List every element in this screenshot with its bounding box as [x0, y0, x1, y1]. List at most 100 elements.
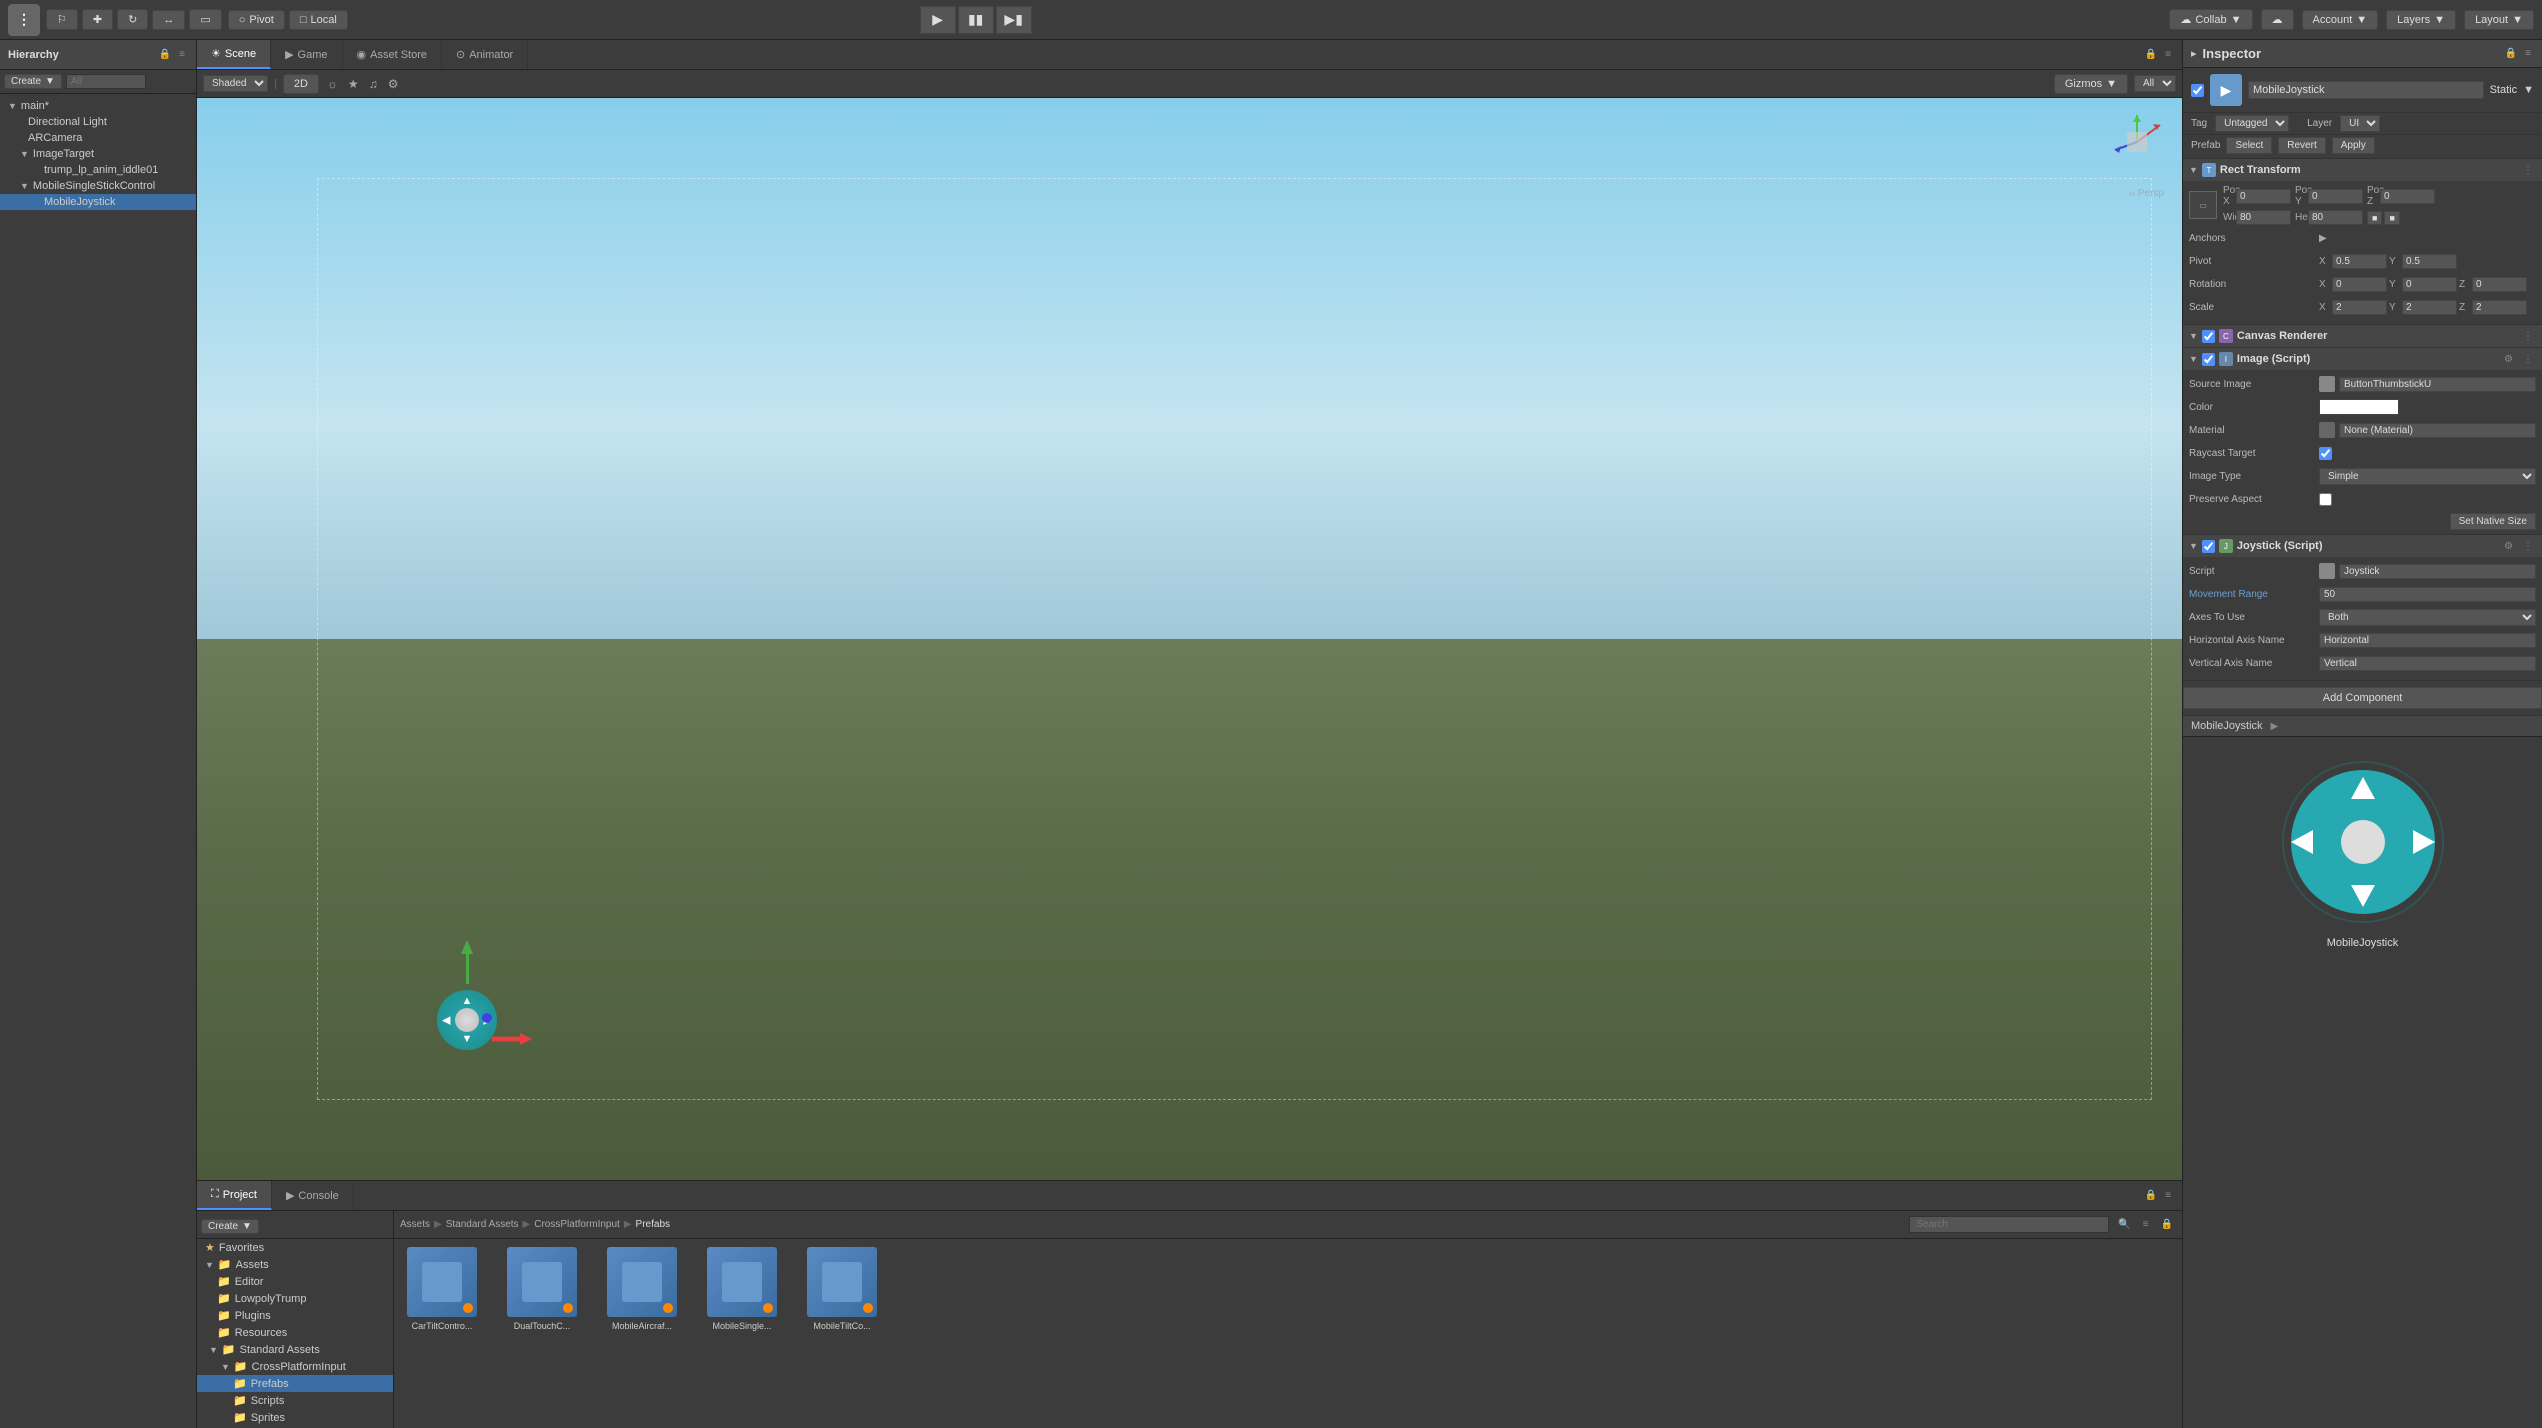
hierarchy-item-main[interactable]: ▼ main*	[0, 98, 196, 114]
pivotx-input[interactable]	[2332, 254, 2387, 269]
tag-select[interactable]: Untagged	[2215, 115, 2289, 132]
asset-options-icon[interactable]: ≡	[2140, 1218, 2152, 1231]
canvas-renderer-header[interactable]: ▼ C Canvas Renderer ⋮	[2183, 325, 2542, 347]
account-button[interactable]: Account ▼	[2302, 10, 2379, 30]
breadcrumb-assets[interactable]: Assets	[400, 1219, 430, 1230]
layers-button[interactable]: Layers ▼	[2386, 10, 2456, 30]
tree-item-assets[interactable]: ▼ 📁 Assets	[197, 1256, 393, 1273]
material-input[interactable]	[2339, 423, 2536, 438]
hierarchy-item-trump[interactable]: trump_lp_anim_iddle01	[0, 162, 196, 178]
tree-item-resources[interactable]: 📁 Resources	[197, 1324, 393, 1341]
align-btn1[interactable]: ■	[2367, 211, 2382, 225]
tree-item-scripts[interactable]: 📁 Scripts	[197, 1392, 393, 1409]
axes-to-use-select[interactable]: Both	[2319, 609, 2536, 626]
scalex-input[interactable]	[2332, 300, 2387, 315]
component-settings-icon[interactable]: ⚙	[2501, 540, 2516, 553]
rotx-input[interactable]	[2332, 277, 2387, 292]
tree-item-editor[interactable]: 📁 Editor	[197, 1273, 393, 1290]
horizontal-axis-input[interactable]	[2319, 633, 2536, 648]
hierarchy-item-directional-light[interactable]: Directional Light	[0, 114, 196, 130]
local-button[interactable]: □ Local	[289, 10, 348, 30]
height-input[interactable]	[2308, 210, 2363, 225]
joystick-script-checkbox[interactable]	[2202, 540, 2215, 553]
tree-item-crossplatform[interactable]: ▼ 📁 CrossPlatformInput	[197, 1358, 393, 1375]
bottom-menu-icon[interactable]: ≡	[2162, 1189, 2174, 1202]
component-menu-icon[interactable]: ⋮	[2520, 164, 2536, 177]
tab-asset-store[interactable]: ◉ Asset Store	[343, 40, 442, 69]
image-script-header[interactable]: ▼ I Image (Script) ⚙ ⋮	[2183, 348, 2542, 370]
anchors-expand[interactable]: ▶	[2319, 233, 2327, 244]
tab-project[interactable]: ⛶ Project	[197, 1181, 272, 1210]
fx-icon[interactable]: ★	[346, 75, 361, 93]
step-button[interactable]: ▶▮	[996, 6, 1032, 34]
breadcrumb-cross[interactable]: CrossPlatformInput	[534, 1219, 620, 1230]
scene-menu-icon[interactable]: ≡	[2162, 48, 2174, 61]
asset-mobilesingle[interactable]: MobileSingle...	[702, 1247, 782, 1331]
scale-tool[interactable]: ↔	[152, 10, 185, 30]
scene-lock-icon[interactable]: 🔒	[2142, 48, 2160, 61]
preview-expand[interactable]: ▶	[2271, 721, 2279, 732]
preserve-aspect-checkbox[interactable]	[2319, 493, 2332, 506]
all-select[interactable]: All	[2134, 75, 2176, 92]
inspector-menu-icon[interactable]: ≡	[2522, 47, 2534, 60]
rect-transform-header[interactable]: ▼ T Rect Transform ⋮	[2183, 159, 2542, 181]
collab-button[interactable]: ☁ Collab ▼	[2169, 9, 2252, 30]
prefab-revert-button[interactable]: Revert	[2278, 137, 2325, 154]
project-create-button[interactable]: Create ▼	[201, 1219, 259, 1234]
tab-console[interactable]: ▶ Console	[272, 1181, 354, 1210]
joystick-script-header[interactable]: ▼ J Joystick (Script) ⚙ ⋮	[2183, 535, 2542, 557]
hierarchy-item-mobilejoystick[interactable]: MobileJoystick	[0, 194, 196, 210]
component-menu-icon[interactable]: ⋮	[2520, 353, 2536, 366]
pivoty-input[interactable]	[2402, 254, 2457, 269]
posz-input[interactable]	[2380, 189, 2435, 204]
breadcrumb-standard[interactable]: Standard Assets	[446, 1219, 519, 1230]
rotate-tool[interactable]: ↻	[117, 9, 148, 30]
prefab-apply-button[interactable]: Apply	[2332, 137, 2375, 154]
set-native-size-button[interactable]: Set Native Size	[2450, 513, 2536, 530]
audio-icon[interactable]: ♫	[367, 75, 380, 93]
rotz-input[interactable]	[2472, 277, 2527, 292]
raycast-target-checkbox[interactable]	[2319, 447, 2332, 460]
anchor-widget[interactable]: ▭	[2189, 191, 2217, 219]
asset-search-input[interactable]	[1909, 1216, 2109, 1233]
script-input[interactable]	[2339, 564, 2536, 579]
align-btn2[interactable]: ■	[2384, 211, 2399, 225]
component-menu-icon[interactable]: ⋮	[2520, 330, 2536, 343]
component-menu-icon[interactable]: ⋮	[2520, 540, 2536, 553]
source-image-input[interactable]	[2339, 377, 2536, 392]
canvas-renderer-checkbox[interactable]	[2202, 330, 2215, 343]
tab-scene[interactable]: ☀ Scene	[197, 40, 271, 69]
light-icon[interactable]: ☼	[325, 75, 340, 93]
color-swatch[interactable]	[2319, 399, 2399, 415]
component-settings-icon[interactable]: ⚙	[2501, 353, 2516, 366]
hand-tool[interactable]: ⚐	[46, 9, 78, 30]
move-tool[interactable]: ✚	[82, 9, 113, 30]
cloud-button[interactable]: ☁	[2261, 9, 2294, 30]
tree-item-lowpolytump[interactable]: 📁 LowpolyTrump	[197, 1290, 393, 1307]
prefab-select-button[interactable]: Select	[2226, 137, 2272, 154]
tab-animator[interactable]: ⊙ Animator	[442, 40, 528, 69]
hierarchy-menu-icon[interactable]: ≡	[176, 48, 188, 61]
add-component-button[interactable]: Add Component	[2183, 687, 2542, 709]
tab-game[interactable]: ▶ Game	[271, 40, 342, 69]
vertical-axis-input[interactable]	[2319, 656, 2536, 671]
layer-select[interactable]: UI	[2340, 115, 2380, 132]
width-input[interactable]	[2236, 210, 2291, 225]
bottom-lock-icon[interactable]: 🔒	[2142, 1189, 2160, 1202]
object-active-checkbox[interactable]	[2191, 84, 2204, 97]
asset-search-icon[interactable]: 🔍	[2115, 1218, 2133, 1231]
roty-input[interactable]	[2402, 277, 2457, 292]
tree-item-plugins[interactable]: 📁 Plugins	[197, 1307, 393, 1324]
hierarchy-item-mobilestick[interactable]: ▼ MobileSingleStickControl	[0, 178, 196, 194]
hierarchy-create-button[interactable]: Create ▼	[4, 74, 62, 89]
asset-mobiletiltco[interactable]: MobileTiltCo...	[802, 1247, 882, 1331]
shading-mode-select[interactable]: Shaded	[203, 75, 268, 92]
pause-button[interactable]: ▮▮	[958, 6, 994, 34]
asset-lock-icon[interactable]: 🔒	[2158, 1218, 2176, 1231]
2d-button[interactable]: 2D	[283, 74, 319, 94]
inspector-lock-icon[interactable]: 🔒	[2502, 47, 2520, 60]
movement-range-input[interactable]	[2319, 587, 2536, 602]
layout-button[interactable]: Layout ▼	[2464, 10, 2534, 30]
scene-canvas[interactable]: ▲ ▼ ◀ ▶	[197, 98, 2182, 1180]
rect-tool[interactable]: ▭	[189, 9, 221, 30]
